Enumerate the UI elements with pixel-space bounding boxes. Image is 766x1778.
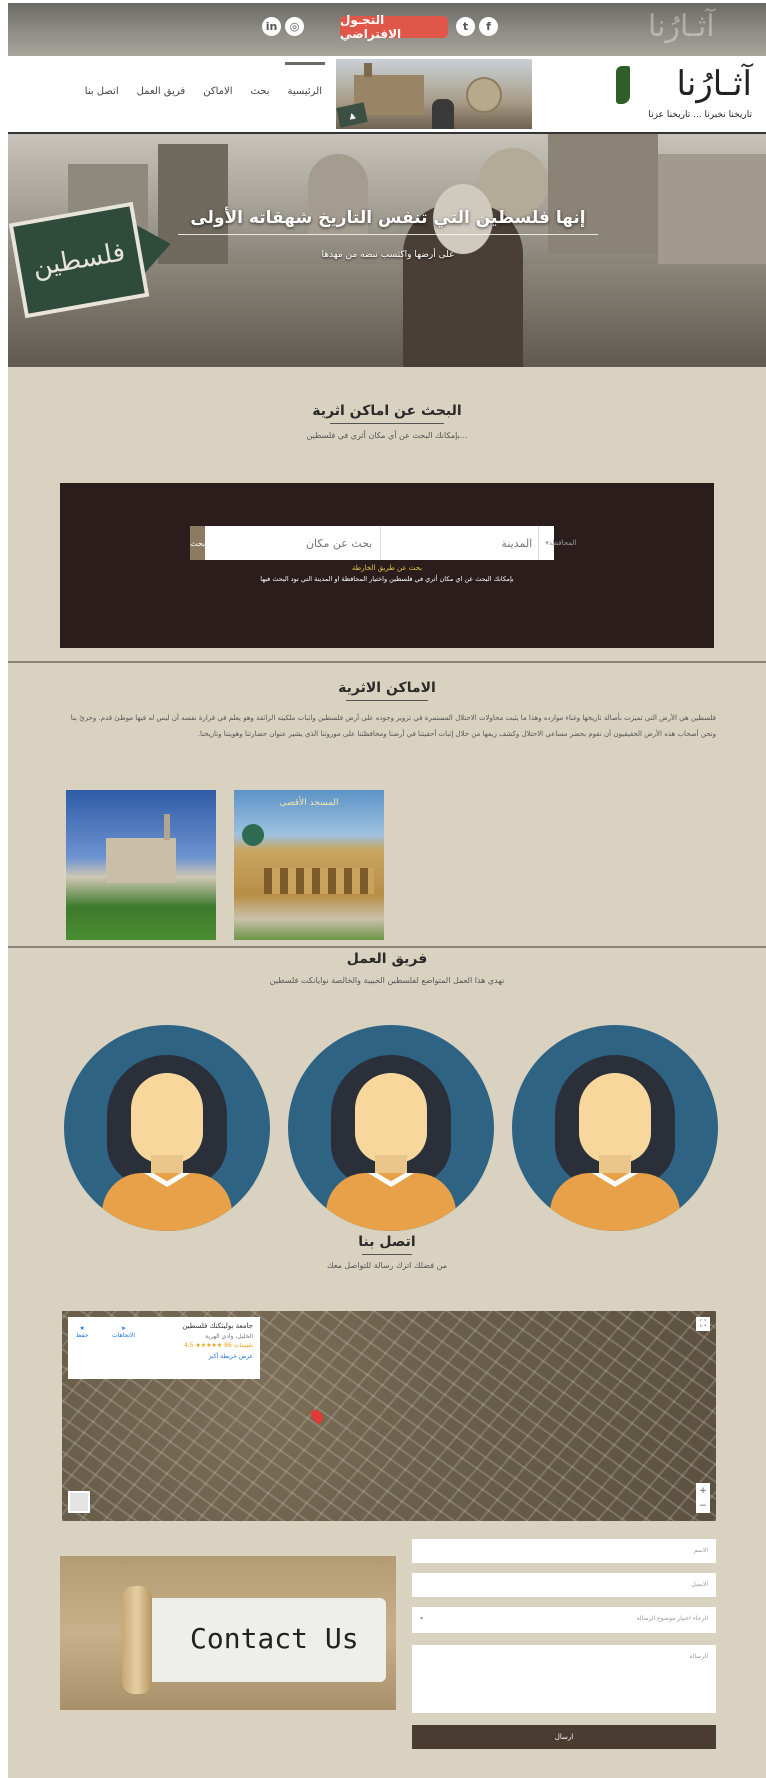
- site-logo[interactable]: آثـارُنا تاريخنا نخبرنا ... تاريخنا عزنا: [608, 62, 758, 128]
- palestine-map-icon: [616, 66, 630, 104]
- map-info-card: ★ حفظ ➤ الاتجاهات جامعة بوليتكنك فلسطين ال…: [68, 1317, 260, 1379]
- linkedin-icon[interactable]: in: [262, 17, 281, 36]
- twitter-icon[interactable]: t: [456, 17, 475, 36]
- map-zoom-control[interactable]: + −: [696, 1483, 710, 1513]
- banner-badge: ▲: [336, 102, 368, 128]
- main-nav: الرئيسية بحث الاماكن فريق العمل اتصل بنا: [26, 62, 331, 97]
- search-form: بحث ▾ المحافظة: [190, 526, 576, 560]
- hebron-mosque-image[interactable]: [66, 790, 216, 940]
- star-icon: ★: [79, 1325, 85, 1332]
- contact-section-subtitle: من فضلك اترك رسالة للتواصل معك: [326, 1261, 448, 1270]
- page: آثـارُنا in ◎ التجـول الافتراضي t f الرئ…: [8, 3, 766, 1778]
- avatar-face: [355, 1073, 427, 1163]
- logo-tagline: تاريخنا نخبرنا ... تاريخنا عزنا: [648, 110, 752, 120]
- directions-icon: ➤: [121, 1325, 127, 1332]
- team-section-subtitle: نهدي هذا العمل المتواضع لفلسطين الحبيبة …: [269, 976, 505, 985]
- mosque-arches: [264, 868, 374, 894]
- contact-image-text: Contact Us: [190, 1622, 359, 1655]
- search-section-subtitle: بإمكانك البحث عن أي مكان أثري في فلسطين.…: [306, 431, 468, 440]
- chevron-down-icon: ▾: [420, 1615, 424, 1622]
- site-header: الرئيسية بحث الاماكن فريق العمل اتصل بنا…: [8, 56, 766, 134]
- map-place-name: جامعة بوليتكنك فلسطين: [182, 1322, 253, 1330]
- mosque-dome: [242, 824, 264, 846]
- hero-title: إنها فلسطين التي تنفس التاريخ شهقاته الأ…: [190, 208, 586, 228]
- subject-select[interactable]: ▾ الرجاء اختيار موضوع الرسالة: [412, 1607, 716, 1633]
- hero-figure: [403, 184, 523, 367]
- search-title-underline: [330, 423, 444, 424]
- map-save-label: حفظ: [76, 1332, 89, 1339]
- places-section-title: الاماكن الاثرية: [338, 680, 436, 696]
- team-member-avatar[interactable]: [64, 1025, 270, 1231]
- location-map[interactable]: ★ حفظ ➤ الاتجاهات جامعة بوليتكنك فلسطين ال…: [62, 1311, 716, 1521]
- banner-dome: [466, 77, 502, 113]
- search-button[interactable]: بحث: [190, 526, 206, 560]
- place-search-input[interactable]: [205, 526, 382, 560]
- message-field[interactable]: الرسالة: [412, 1645, 716, 1713]
- map-directions-label: الاتجاهات: [112, 1332, 136, 1339]
- logo-title: آثـارُنا: [676, 64, 752, 104]
- submit-button[interactable]: ارسال: [412, 1725, 716, 1749]
- mosque-building: [106, 814, 176, 883]
- nav-home[interactable]: الرئيسية: [279, 62, 331, 97]
- map-pin-icon[interactable]: [308, 1407, 326, 1425]
- banner-person: [432, 99, 454, 129]
- contact-title-underline: [362, 1254, 412, 1255]
- nav-search[interactable]: بحث: [241, 86, 278, 97]
- team-member-avatar[interactable]: [512, 1025, 718, 1231]
- contact-us-image: Contact Us: [60, 1556, 396, 1710]
- hero-banner: فلسطين إنها فلسطين التي تنفس التاريخ شهق…: [8, 134, 766, 367]
- nav-team[interactable]: فريق العمل: [128, 86, 195, 97]
- al-aqsa-mosque-image[interactable]: المسجد الأقصى: [234, 790, 384, 940]
- subject-select-value: الرجاء اختيار موضوع الرسالة: [636, 1615, 708, 1622]
- virtual-tour-button[interactable]: التجـول الافتراضي: [340, 13, 448, 41]
- facebook-icon[interactable]: f: [479, 17, 498, 36]
- city-input[interactable]: [381, 526, 540, 560]
- email-field[interactable]: الايميل: [412, 1573, 716, 1597]
- map-search-link[interactable]: بحث عن طريق الخارطة: [60, 564, 714, 572]
- map-place-address: الخليل، وادي الهرية: [205, 1333, 253, 1340]
- contact-section-title: اتصل بنا: [358, 1234, 416, 1250]
- avatar-face: [579, 1073, 651, 1163]
- social-top-bar: آثـارُنا in ◎ التجـول الافتراضي t f: [8, 3, 766, 56]
- hero-title-underline: [178, 234, 598, 235]
- map-layer-toggle[interactable]: [68, 1491, 90, 1513]
- top-bar-background-logo: آثـارُنا: [648, 9, 715, 44]
- header-banner-image: ▲: [336, 59, 532, 129]
- search-section-title: البحث عن اماكن اثرية: [312, 403, 462, 419]
- search-panel: بحث ▾ المحافظة بحث عن طريق الخارطة بإمكا…: [60, 483, 714, 648]
- section-divider: [8, 661, 766, 663]
- hero-building: [548, 134, 658, 254]
- nav-contact[interactable]: اتصل بنا: [76, 86, 128, 97]
- map-save-button[interactable]: ★ حفظ: [76, 1325, 88, 1339]
- fullscreen-icon[interactable]: ⛶: [696, 1317, 710, 1331]
- zoom-out-icon[interactable]: −: [699, 1501, 707, 1511]
- paper-roll: [122, 1586, 152, 1694]
- places-title-underline: [346, 700, 428, 701]
- governorate-select[interactable]: ▾ المحافظة: [539, 526, 582, 560]
- name-field[interactable]: الاسم: [412, 1539, 716, 1563]
- instagram-icon[interactable]: ◎: [285, 17, 304, 36]
- governorate-select-value: المحافظة: [548, 539, 577, 547]
- avatar-face: [131, 1073, 203, 1163]
- map-directions-button[interactable]: ➤ الاتجاهات: [112, 1325, 135, 1339]
- search-note: بإمكانك البحث عن اي مكان أثري في فلسطين …: [260, 575, 514, 583]
- map-larger-link[interactable]: عرض خريطة أكبر: [75, 1353, 253, 1360]
- nav-places[interactable]: الاماكن: [194, 86, 241, 97]
- hero-building: [658, 154, 766, 264]
- hero-subtitle: على أرضها واكتسب نبضه من مهدها: [321, 250, 455, 260]
- places-description: فلسطين هي الأرض التي تميزت بأصالة تاريخه…: [70, 714, 716, 738]
- al-aqsa-caption: المسجد الأقصى: [279, 798, 339, 808]
- team-section-title: فريق العمل: [346, 951, 428, 967]
- team-member-avatar[interactable]: [288, 1025, 494, 1231]
- map-place-rating: 4.5 ★★★★★ 86 تقييمات: [183, 1342, 253, 1349]
- section-divider: [8, 946, 766, 948]
- zoom-in-icon[interactable]: +: [699, 1486, 707, 1496]
